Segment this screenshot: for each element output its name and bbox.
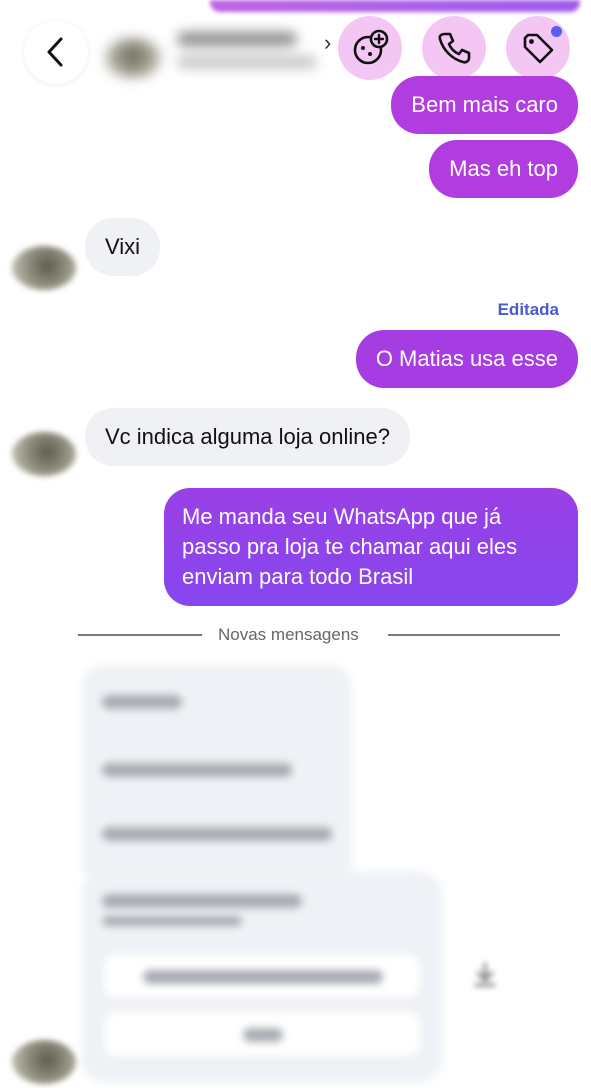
back-button[interactable] <box>24 20 88 84</box>
edited-label: Editada <box>497 300 559 319</box>
blurred-button[interactable] <box>102 952 422 1000</box>
outgoing-message[interactable]: Me manda seu WhatsApp que já passo pra l… <box>164 488 578 606</box>
divider-line <box>388 634 560 636</box>
message-text: Mas eh top <box>449 156 558 181</box>
message-text: Vixi <box>105 234 141 259</box>
blurred-line <box>102 763 292 777</box>
outgoing-message[interactable]: O Matias usa esse <box>355 330 578 388</box>
sender-avatar[interactable] <box>12 1040 76 1084</box>
blurred-message[interactable] <box>82 665 352 885</box>
message-text: Bem mais caro <box>411 92 558 117</box>
blurred-line <box>243 1028 283 1042</box>
chevron-right-icon: › <box>324 30 332 55</box>
add-friend-icon <box>353 29 389 65</box>
message-line: Me manda seu WhatsApp que já <box>182 504 502 529</box>
incoming-message[interactable]: Vc indica alguma loja online? <box>85 408 410 466</box>
divider-line <box>78 634 202 636</box>
sender-avatar[interactable] <box>12 432 76 476</box>
contact-avatar <box>105 38 161 78</box>
incoming-message[interactable]: Vixi <box>85 218 161 276</box>
message-text: Vc indica alguma loja online? <box>105 424 390 449</box>
sender-avatar[interactable] <box>12 246 76 290</box>
blurred-line <box>102 695 182 709</box>
message-line: enviam para todo Brasil <box>182 564 414 589</box>
contact-status <box>177 56 317 68</box>
blurred-message[interactable] <box>82 872 442 1082</box>
contact-header[interactable] <box>105 22 320 92</box>
message-text: O Matias usa esse <box>375 346 558 371</box>
outgoing-message[interactable]: Mas eh top <box>429 140 578 198</box>
blurred-line <box>102 827 332 841</box>
outgoing-message[interactable]: Bem mais caro <box>391 76 578 134</box>
blurred-line <box>102 894 302 908</box>
phone-icon <box>438 32 471 64</box>
blurred-line <box>102 916 242 926</box>
message-line: passo pra loja te chamar aqui eles <box>182 534 518 559</box>
add-friend-button[interactable] <box>338 16 402 80</box>
notification-dot <box>551 26 562 37</box>
tag-icon <box>523 33 554 64</box>
tag-button[interactable] <box>506 16 570 80</box>
previous-message-edge <box>210 0 580 12</box>
call-button[interactable] <box>422 16 486 80</box>
contact-name <box>177 32 297 46</box>
blurred-button[interactable] <box>102 1010 422 1058</box>
blurred-line <box>143 970 383 984</box>
download-icon[interactable] <box>470 960 500 990</box>
chevron-left-icon <box>47 37 63 67</box>
new-messages-divider: Novas mensagens <box>218 625 359 644</box>
